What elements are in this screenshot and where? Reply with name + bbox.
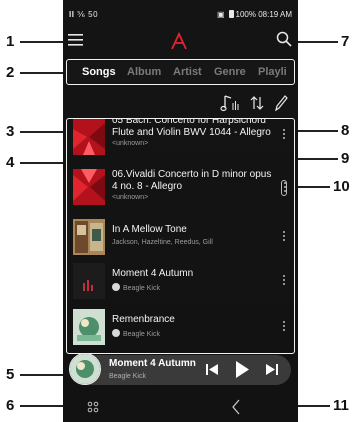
status-left-text: ⅚ 50 — [77, 10, 99, 19]
kebab-icon[interactable] — [283, 321, 286, 333]
pause-indicator-icon: II — [69, 10, 78, 19]
status-right: ▣ 100% 08:19 AM — [217, 10, 292, 19]
battery-time-text: 100% 08:19 AM — [235, 10, 292, 19]
sort-icon[interactable] — [249, 93, 265, 113]
callout-1-line — [20, 41, 66, 43]
navigation-bar — [63, 392, 298, 422]
callout-4-line — [20, 162, 66, 164]
callout-2: 2 — [6, 64, 15, 81]
kebab-icon[interactable] — [281, 180, 287, 196]
callout-11: 11 — [333, 397, 349, 414]
astell-logo-icon — [171, 32, 187, 50]
list-item[interactable]: Moment 4 Autumn Beagle Kick — [67, 259, 293, 305]
callout-2-line — [20, 72, 66, 74]
sd-card-icon: ▣ — [216, 10, 225, 19]
song-title: Remenbrance — [112, 314, 175, 325]
sort-by-tracks-icon[interactable] — [220, 93, 242, 113]
kebab-icon[interactable] — [283, 129, 286, 141]
list-item[interactable]: Remenbrance Beagle Kick — [67, 305, 293, 351]
callout-5-line — [20, 374, 68, 376]
callout-3: 3 — [6, 123, 15, 140]
song-subtitle: Beagle Kick — [123, 285, 160, 292]
song-subtitle-row: Beagle Kick — [112, 329, 160, 338]
album-art — [73, 119, 105, 155]
album-art — [73, 263, 105, 299]
status-bar: II ⅚ 50 ▣ 100% 08:19 AM — [63, 0, 298, 28]
now-playing-art[interactable] — [69, 353, 101, 385]
kebab-icon[interactable] — [283, 275, 286, 287]
edit-pencil-icon[interactable] — [273, 93, 289, 113]
callout-5: 5 — [6, 366, 15, 383]
list-item[interactable]: 06.Vivaldi Concerto in D minor opus 4 no… — [67, 165, 293, 211]
album-art — [73, 169, 105, 205]
now-playing-title: Moment 4 Autumn — [109, 358, 196, 369]
now-playing-bar[interactable]: Moment 4 Autumn Beagle Kick — [69, 353, 291, 385]
callout-7: 7 — [341, 33, 350, 50]
callout-9: 9 — [341, 150, 350, 167]
next-icon[interactable] — [265, 363, 279, 376]
kebab-icon[interactable] — [283, 231, 286, 243]
tab-album[interactable]: Album — [127, 66, 161, 78]
album-art — [73, 309, 105, 345]
play-icon[interactable] — [234, 360, 250, 379]
callout-1: 1 — [6, 33, 15, 50]
avatar — [112, 329, 120, 337]
back-icon[interactable] — [231, 399, 241, 415]
category-tabs: Songs Album Artist Genre Playli — [66, 59, 295, 85]
tab-songs[interactable]: Songs — [82, 66, 116, 78]
callout-4: 4 — [6, 154, 15, 171]
song-subtitle: Beagle Kick — [123, 331, 160, 338]
list-item[interactable]: In A Mellow Tone Jackson, Hazeltine, Ree… — [67, 215, 293, 261]
avatar — [112, 283, 120, 291]
tab-genre[interactable]: Genre — [214, 66, 246, 78]
callout-8: 8 — [341, 122, 350, 139]
list-actions — [213, 93, 298, 115]
song-subtitle: Jackson, Hazeltine, Reedus, Gill — [112, 239, 213, 246]
song-list: 05 Bach: Concerto for Harpsichord Flute … — [66, 118, 295, 354]
status-left: II ⅚ 50 — [69, 10, 98, 19]
tab-playlist[interactable]: Playli — [258, 66, 287, 78]
album-art — [73, 219, 105, 255]
song-title: Moment 4 Autumn — [112, 268, 194, 279]
song-title: In A Mellow Tone — [112, 224, 187, 235]
phone-screen: II ⅚ 50 ▣ 100% 08:19 AM Songs Album Artis… — [63, 0, 298, 422]
song-title: 06.Vivaldi Concerto in D minor opus 4 no… — [112, 169, 272, 192]
song-subtitle: <unknown> — [112, 194, 149, 201]
battery-icon — [228, 10, 234, 18]
callout-6: 6 — [6, 397, 15, 414]
song-title: 05 Bach: Concerto for Harpsichord Flute … — [112, 118, 271, 138]
search-icon[interactable] — [275, 30, 293, 48]
song-subtitle: <unknown> — [112, 140, 149, 147]
tab-artist[interactable]: Artist — [173, 66, 202, 78]
now-playing-artist: Beagle Kick — [109, 373, 146, 380]
song-subtitle-row: Beagle Kick — [112, 283, 160, 292]
top-bar — [63, 28, 298, 54]
menu-icon[interactable] — [67, 32, 85, 48]
list-item[interactable]: 05 Bach: Concerto for Harpsichord Flute … — [67, 119, 293, 165]
apps-grid-icon[interactable] — [87, 401, 99, 413]
previous-icon[interactable] — [205, 363, 219, 376]
callout-10: 10 — [333, 178, 350, 195]
